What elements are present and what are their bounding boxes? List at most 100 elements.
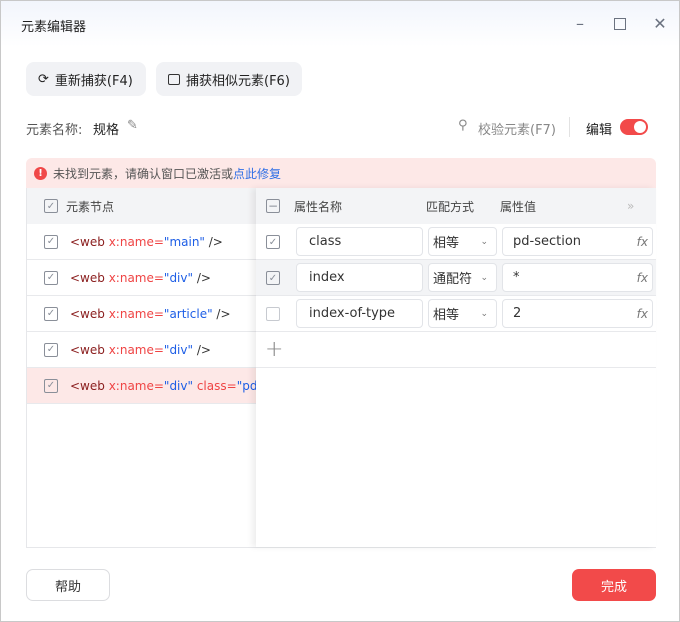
attr-value-input[interactable]: 2 fx: [502, 299, 653, 328]
node-token: <web: [70, 342, 105, 357]
node-text: <web x:name="article" />: [70, 307, 231, 321]
attr-value-input[interactable]: * fx: [502, 263, 653, 292]
match-mode-select[interactable]: 相等 ⌄: [428, 227, 497, 256]
node-token: "main": [163, 234, 205, 249]
capture-similar-icon: [168, 73, 180, 85]
node-token: class=: [193, 378, 237, 393]
expand-icon[interactable]: »: [627, 199, 634, 213]
node-text: <web x:name="div" />: [70, 271, 211, 285]
attr-header: − 属性名称 匹配方式 属性值 »: [256, 188, 656, 224]
chevron-down-icon: ⌄: [480, 272, 488, 283]
attr-value-input[interactable]: pd-section fx: [502, 227, 653, 256]
node-token: "pd-section": [236, 378, 257, 393]
attr-value-text: *: [513, 270, 520, 285]
match-mode-value: 相等: [433, 236, 460, 251]
node-row[interactable]: ✓ <web x:name="main" />: [27, 224, 257, 260]
capture-similar-label: 捕获相似元素(F6): [186, 73, 290, 89]
node-token: <web: [70, 306, 105, 321]
node-token: "div": [163, 270, 194, 285]
editor-panel: ✓ 元素节点 ✓ <web x:name="main" /> ✓ <web x:nam…: [26, 188, 656, 548]
node-text: <web x:name="div" />: [70, 343, 211, 357]
match-mode-select[interactable]: 相等 ⌄: [428, 299, 497, 328]
node-token: <web: [70, 234, 105, 249]
node-checkbox[interactable]: ✓: [44, 378, 58, 393]
node-row[interactable]: ✓ <web x:name="article" />: [27, 296, 257, 332]
attr-checkbox[interactable]: ✓: [266, 271, 280, 285]
select-all-attrs-checkbox[interactable]: −: [266, 199, 280, 213]
fx-icon[interactable]: fx: [637, 235, 648, 249]
help-button[interactable]: 帮助: [26, 569, 110, 601]
edit-label: 编辑: [586, 123, 613, 138]
node-checkbox[interactable]: ✓: [44, 306, 58, 321]
attr-value-text: pd-section: [513, 234, 582, 249]
error-icon: !: [34, 166, 47, 180]
add-attr-row: +: [256, 332, 656, 368]
attribute-table: − 属性名称 匹配方式 属性值 » ✓ class 相等 ⌄ pd-section…: [256, 188, 656, 547]
capture-similar-button[interactable]: 捕获相似元素(F6): [156, 62, 302, 96]
node-checkbox[interactable]: ✓: [44, 270, 58, 285]
node-row[interactable]: ✓ <web x:name="div" class="pd-section": [27, 368, 257, 404]
node-row[interactable]: ✓ <web x:name="div" />: [27, 332, 257, 368]
maximize-icon[interactable]: [611, 15, 629, 33]
element-name-value: 规格: [93, 123, 120, 138]
node-token: "div": [163, 342, 194, 357]
attr-row: ✓ class 相等 ⌄ pd-section fx: [256, 224, 656, 260]
fx-icon[interactable]: fx: [637, 307, 648, 321]
attr-value-text: 2: [513, 306, 522, 321]
attr-checkbox[interactable]: [266, 307, 280, 321]
node-header: ✓ 元素节点: [27, 188, 257, 224]
minimize-icon[interactable]: –: [571, 15, 589, 33]
node-token: <web: [70, 270, 105, 285]
edit-name-pencil-icon[interactable]: ✎: [127, 118, 138, 133]
match-mode-select[interactable]: 通配符 ⌄: [428, 263, 497, 292]
element-name-label: 元素名称:: [26, 123, 83, 138]
col-attr-value: 属性值: [500, 199, 537, 214]
node-text: <web x:name="div" class="pd-section": [70, 379, 257, 393]
recapture-label: 重新捕获(F4): [54, 73, 133, 89]
validate-element-button[interactable]: 校验元素(F7): [478, 119, 556, 138]
node-token: />: [204, 234, 223, 249]
node-token: x:name=: [104, 306, 164, 321]
fix-link[interactable]: 点此修复: [233, 165, 281, 182]
divider: [569, 117, 570, 137]
col-attr-name: 属性名称: [294, 199, 343, 214]
element-editor-window: 元素编辑器 – ✕ ⟳ 重新捕获(F4) 捕获相似元素(F6) 元素名称: 规格…: [0, 0, 680, 622]
attr-name-input[interactable]: class: [296, 227, 423, 256]
node-token: x:name=: [104, 234, 164, 249]
node-token: />: [193, 342, 211, 357]
node-tree: ✓ 元素节点 ✓ <web x:name="main" /> ✓ <web x:nam…: [27, 188, 257, 547]
recapture-icon: ⟳: [38, 71, 49, 87]
done-button[interactable]: 完成: [572, 569, 656, 601]
match-mode-value: 相等: [433, 308, 460, 323]
match-mode-value: 通配符: [433, 272, 473, 287]
node-token: x:name=: [104, 270, 164, 285]
node-token: x:name=: [104, 378, 164, 393]
col-match-mode: 匹配方式: [426, 199, 475, 214]
error-alert: ! 未找到元素，请确认窗口已激活或 点此修复: [26, 158, 656, 188]
lightbulb-icon: ⚲: [458, 118, 468, 133]
fx-icon[interactable]: fx: [637, 271, 648, 285]
select-all-nodes-checkbox[interactable]: ✓: [44, 199, 58, 213]
close-icon[interactable]: ✕: [651, 15, 669, 33]
chevron-down-icon: ⌄: [480, 308, 488, 319]
node-token: />: [212, 306, 231, 321]
attr-row: index-of-type 相等 ⌄ 2 fx: [256, 296, 656, 332]
edit-toggle[interactable]: [620, 119, 648, 135]
attr-checkbox[interactable]: ✓: [266, 235, 280, 249]
node-token: x:name=: [104, 342, 164, 357]
node-checkbox[interactable]: ✓: [44, 234, 58, 249]
node-checkbox[interactable]: ✓: [44, 342, 58, 357]
title-bar: 元素编辑器 – ✕: [1, 1, 679, 47]
recapture-button[interactable]: ⟳ 重新捕获(F4): [26, 62, 146, 96]
attr-name-value: index: [309, 270, 345, 285]
attr-name-input[interactable]: index: [296, 263, 423, 292]
node-header-label: 元素节点: [66, 199, 115, 214]
window-title: 元素编辑器: [21, 20, 87, 35]
node-text: <web x:name="main" />: [70, 235, 223, 249]
attr-name-input[interactable]: index-of-type: [296, 299, 423, 328]
add-attribute-icon[interactable]: +: [265, 337, 283, 362]
chevron-down-icon: ⌄: [480, 236, 488, 247]
node-token: <web: [70, 378, 105, 393]
attr-name-value: class: [309, 234, 342, 249]
node-row[interactable]: ✓ <web x:name="div" />: [27, 260, 257, 296]
